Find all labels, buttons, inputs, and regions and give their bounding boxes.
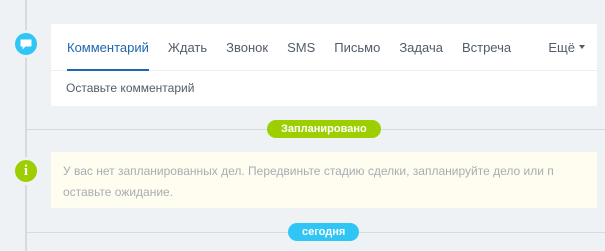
tab-comment[interactable]: Комментарий <box>67 24 149 71</box>
tab-sms[interactable]: SMS <box>287 24 315 70</box>
activity-editor: Комментарий Ждать Звонок SMS Письмо Зада… <box>51 24 597 106</box>
more-tabs-label: Ещё <box>548 39 575 55</box>
tab-email[interactable]: Письмо <box>334 24 380 70</box>
activity-tabs: Комментарий Ждать Звонок SMS Письмо Зада… <box>51 24 597 71</box>
planned-badge: Запланировано <box>267 120 381 138</box>
tab-wait[interactable]: Ждать <box>168 24 207 70</box>
comment-input[interactable]: Оставьте комментарий <box>51 71 597 106</box>
info-icon: i <box>23 162 29 179</box>
today-badge: сегодня <box>288 223 360 241</box>
info-marker: i <box>12 157 40 185</box>
no-planned-activities-notice: У вас нет запланированных дел. Передвинь… <box>51 152 597 208</box>
comment-marker <box>12 30 40 58</box>
chevron-down-icon <box>579 45 585 49</box>
tab-meeting[interactable]: Встреча <box>462 24 511 70</box>
tab-call[interactable]: Звонок <box>226 24 268 70</box>
tab-task[interactable]: Задача <box>399 24 443 70</box>
more-tabs-dropdown[interactable]: Ещё <box>548 24 585 70</box>
comment-icon <box>20 39 32 49</box>
